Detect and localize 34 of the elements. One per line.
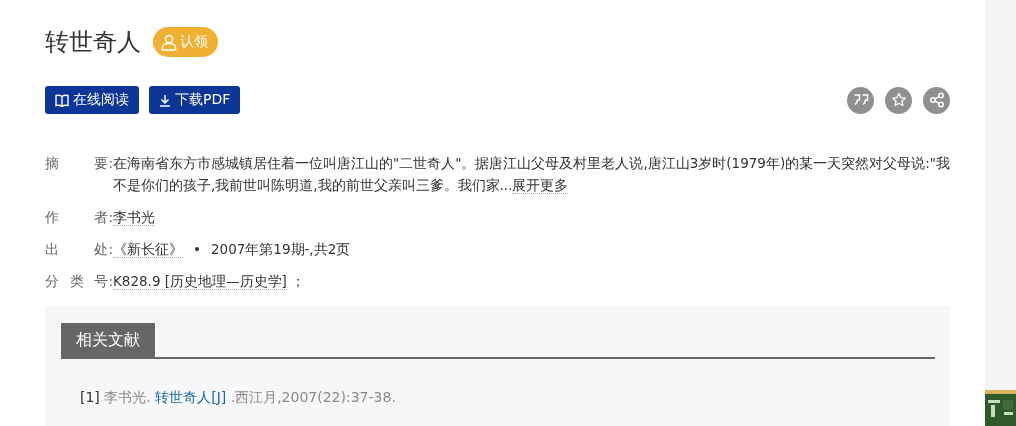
classification-link[interactable]: K828.9 [历史地理—历史学] — [113, 273, 287, 290]
field-label: 分 — [45, 272, 59, 291]
section-tab[interactable]: 相关文献 — [61, 323, 155, 357]
star-icon — [890, 92, 907, 108]
read-online-button[interactable]: 在线阅读 — [45, 86, 139, 114]
reference-index: [1] — [80, 389, 100, 405]
field-label: 者: — [94, 208, 113, 227]
field-label: 号: — [94, 272, 113, 291]
share-icon — [928, 92, 945, 108]
book-icon — [55, 93, 69, 107]
field-label: 作 — [45, 208, 59, 227]
issue-text: 2007年第19期-,共2页 — [210, 241, 351, 257]
favorite-button[interactable] — [885, 86, 912, 114]
reference-source: .西江月,2007(22):37-38. — [230, 389, 396, 405]
separator-dot: • — [193, 241, 201, 257]
expand-link[interactable]: 展开更多 — [512, 177, 569, 194]
field-label: 类 — [69, 272, 84, 291]
field-label: 要: — [94, 154, 113, 173]
field-label: 出 — [45, 240, 59, 259]
share-button[interactable] — [923, 86, 950, 114]
reference-authors: 李书光. — [104, 389, 151, 405]
quote-icon — [852, 93, 869, 107]
author-link[interactable]: 李书光 — [113, 209, 155, 226]
field-label: 摘 — [45, 154, 59, 173]
field-label: 处: — [94, 240, 113, 259]
download-icon — [159, 93, 171, 107]
reference-title-link[interactable]: 转世奇人[J] — [155, 389, 227, 405]
quote-button[interactable] — [847, 86, 874, 114]
person-icon — [161, 33, 177, 51]
article-title: 转世奇人 — [45, 27, 141, 58]
download-pdf-button[interactable]: 下载PDF — [149, 86, 241, 114]
journal-link[interactable]: 《新长征》 — [113, 241, 183, 258]
abstract-text: 在海南省东方市感城镇居住着一位叫唐江山的"二世奇人"。据唐江山父母及村里老人说,唐江山3岁时(1979年)的某一天突然对父母说:"我不是你们的孩子,我前世叫陈明道,我的前世父亲叫三爹。我们家...展开更多 — [113, 155, 950, 194]
semicolon-text: ； — [291, 273, 306, 289]
